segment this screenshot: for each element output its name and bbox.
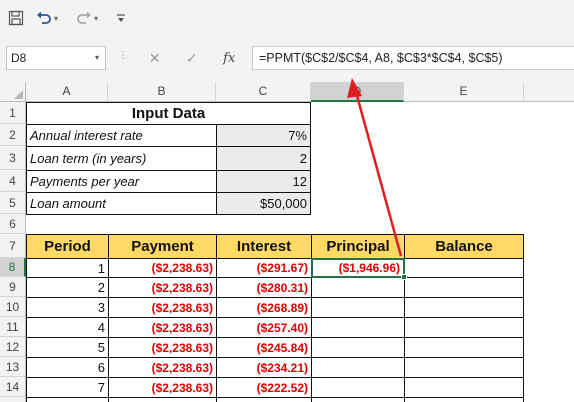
row-header-8[interactable]: 8: [0, 258, 26, 277]
row-header-7[interactable]: 7: [0, 234, 26, 258]
input-label[interactable]: Loan amount: [26, 192, 217, 215]
payment-cell[interactable]: ($2,238.63): [108, 337, 217, 358]
row-header-15[interactable]: [0, 397, 26, 402]
row-header-2[interactable]: 2: [0, 124, 26, 146]
table-header[interactable]: Principal: [311, 234, 405, 259]
period-cell[interactable]: 5: [26, 337, 109, 358]
quick-access-toolbar: ▾ ▾: [0, 0, 574, 36]
insert-function-button[interactable]: fx: [223, 51, 235, 66]
column-header-c[interactable]: C: [216, 82, 311, 102]
interest-cell[interactable]: ($234.21): [216, 357, 312, 378]
redo-icon: [77, 11, 91, 24]
balance-cell[interactable]: [404, 397, 524, 402]
balance-cell[interactable]: [404, 377, 524, 398]
undo-button[interactable]: ▾: [36, 8, 58, 28]
row-header-11[interactable]: 11: [0, 317, 26, 337]
payment-cell[interactable]: ($2,238.63): [108, 297, 217, 318]
table-header[interactable]: Balance: [404, 234, 524, 259]
enter-button[interactable]: ✓: [186, 50, 198, 67]
balance-cell[interactable]: [404, 277, 524, 298]
payment-cell[interactable]: ($2,238.63): [108, 258, 217, 278]
balance-cell[interactable]: [404, 258, 524, 278]
principal-cell[interactable]: [311, 377, 405, 398]
period-cell[interactable]: 7: [26, 377, 109, 398]
principal-cell[interactable]: [311, 317, 405, 338]
formula-bar-area: D8 ▾ ⋮ ✕ ✓ fx =PPMT($C$2/$C$4, A8, $C$3*…: [0, 36, 574, 82]
row-header-14[interactable]: 14: [0, 377, 26, 397]
payment-cell[interactable]: ($2,238.63): [108, 377, 217, 398]
fill-handle[interactable]: [401, 274, 407, 280]
interest-cell[interactable]: ($291.67): [216, 258, 312, 278]
worksheet-grid: A B C D E 1 2 3 4 5 6 7 8 9 10 11 12 13 …: [0, 82, 574, 402]
period-cell[interactable]: [26, 397, 109, 402]
principal-cell[interactable]: [311, 337, 405, 358]
column-header-b[interactable]: B: [108, 82, 216, 102]
interest-cell[interactable]: ($280.31): [216, 277, 312, 298]
column-header-f[interactable]: [524, 82, 574, 102]
interest-cell[interactable]: [216, 397, 312, 402]
save-button[interactable]: [8, 8, 24, 28]
name-box[interactable]: D8 ▾: [6, 46, 106, 70]
period-cell[interactable]: 2: [26, 277, 109, 298]
formula-input[interactable]: =PPMT($C$2/$C$4, A8, $C$3*$C$4, $C$5): [252, 46, 574, 70]
select-all-corner[interactable]: [0, 82, 26, 102]
formula-buttons: ✕ ✓ fx: [136, 46, 248, 70]
row-header-9[interactable]: 9: [0, 277, 26, 297]
interest-cell[interactable]: ($268.89): [216, 297, 312, 318]
payment-cell[interactable]: ($2,238.63): [108, 277, 217, 298]
row-header-3[interactable]: 3: [0, 146, 26, 170]
row-header-5[interactable]: 5: [0, 192, 26, 214]
principal-cell[interactable]: [311, 357, 405, 378]
payment-cell[interactable]: ($2,238.63): [108, 317, 217, 338]
principal-cell[interactable]: [311, 397, 405, 402]
formula-bar-splitter[interactable]: ⋮: [118, 50, 129, 61]
name-box-dropdown-icon[interactable]: ▾: [95, 47, 99, 69]
input-value[interactable]: 2: [216, 146, 311, 171]
balance-cell[interactable]: [404, 297, 524, 318]
input-value[interactable]: $50,000: [216, 192, 311, 215]
balance-cell[interactable]: [404, 337, 524, 358]
input-value[interactable]: 12: [216, 170, 311, 193]
principal-cell[interactable]: [311, 297, 405, 318]
period-cell[interactable]: 4: [26, 317, 109, 338]
principal-cell-selected[interactable]: ($1,946.96): [311, 258, 405, 278]
table-header[interactable]: Period: [26, 234, 109, 259]
customize-qat-button[interactable]: [116, 8, 126, 28]
undo-dropdown-icon[interactable]: ▾: [54, 14, 58, 23]
row-header-4[interactable]: 4: [0, 170, 26, 192]
undo-icon: [37, 11, 51, 24]
interest-cell[interactable]: ($257.40): [216, 317, 312, 338]
row-header-1[interactable]: 1: [0, 102, 26, 124]
row-header-13[interactable]: 13: [0, 357, 26, 377]
customize-qat-icon: [117, 14, 125, 22]
input-value[interactable]: 7%: [216, 124, 311, 147]
payment-cell[interactable]: ($2,238.63): [108, 357, 217, 378]
cancel-button[interactable]: ✕: [149, 50, 161, 67]
interest-cell[interactable]: ($245.84): [216, 337, 312, 358]
period-cell[interactable]: 6: [26, 357, 109, 378]
period-cell[interactable]: 1: [26, 258, 109, 278]
table-header[interactable]: Payment: [108, 234, 217, 259]
payment-cell[interactable]: [108, 397, 217, 402]
balance-cell[interactable]: [404, 317, 524, 338]
input-label[interactable]: Payments per year: [26, 170, 217, 193]
row-header-6[interactable]: 6: [0, 214, 26, 234]
input-label[interactable]: Annual interest rate: [26, 124, 217, 147]
redo-button[interactable]: ▾: [76, 8, 98, 28]
input-title[interactable]: Input Data: [26, 102, 311, 125]
input-label[interactable]: Loan term (in years): [26, 146, 217, 171]
column-header-a[interactable]: A: [26, 82, 108, 102]
balance-cell[interactable]: [404, 357, 524, 378]
column-header-d[interactable]: D: [311, 82, 404, 102]
row-header-10[interactable]: 10: [0, 297, 26, 317]
row-header-12[interactable]: 12: [0, 337, 26, 357]
redo-dropdown-icon[interactable]: ▾: [94, 14, 98, 23]
period-cell[interactable]: 3: [26, 297, 109, 318]
save-icon: [8, 10, 24, 26]
name-box-value: D8: [11, 51, 27, 65]
column-header-e[interactable]: E: [404, 82, 524, 102]
interest-cell[interactable]: ($222.52): [216, 377, 312, 398]
table-header[interactable]: Interest: [216, 234, 312, 259]
principal-cell[interactable]: [311, 277, 405, 298]
